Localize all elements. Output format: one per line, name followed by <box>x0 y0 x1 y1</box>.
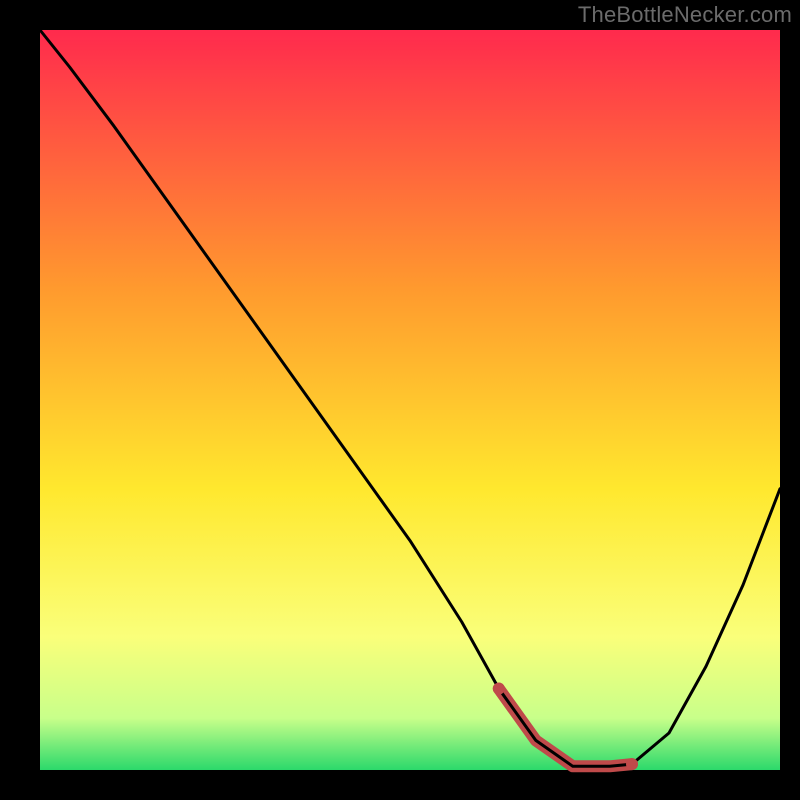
bottleneck-chart <box>0 0 800 800</box>
plot-area <box>40 30 780 770</box>
watermark-text: TheBottleNecker.com <box>578 2 792 28</box>
optimal-range-end-dot <box>626 758 638 770</box>
chart-frame: { "watermark": "TheBottleNecker.com", "c… <box>0 0 800 800</box>
optimal-range-start-dot <box>493 683 505 695</box>
